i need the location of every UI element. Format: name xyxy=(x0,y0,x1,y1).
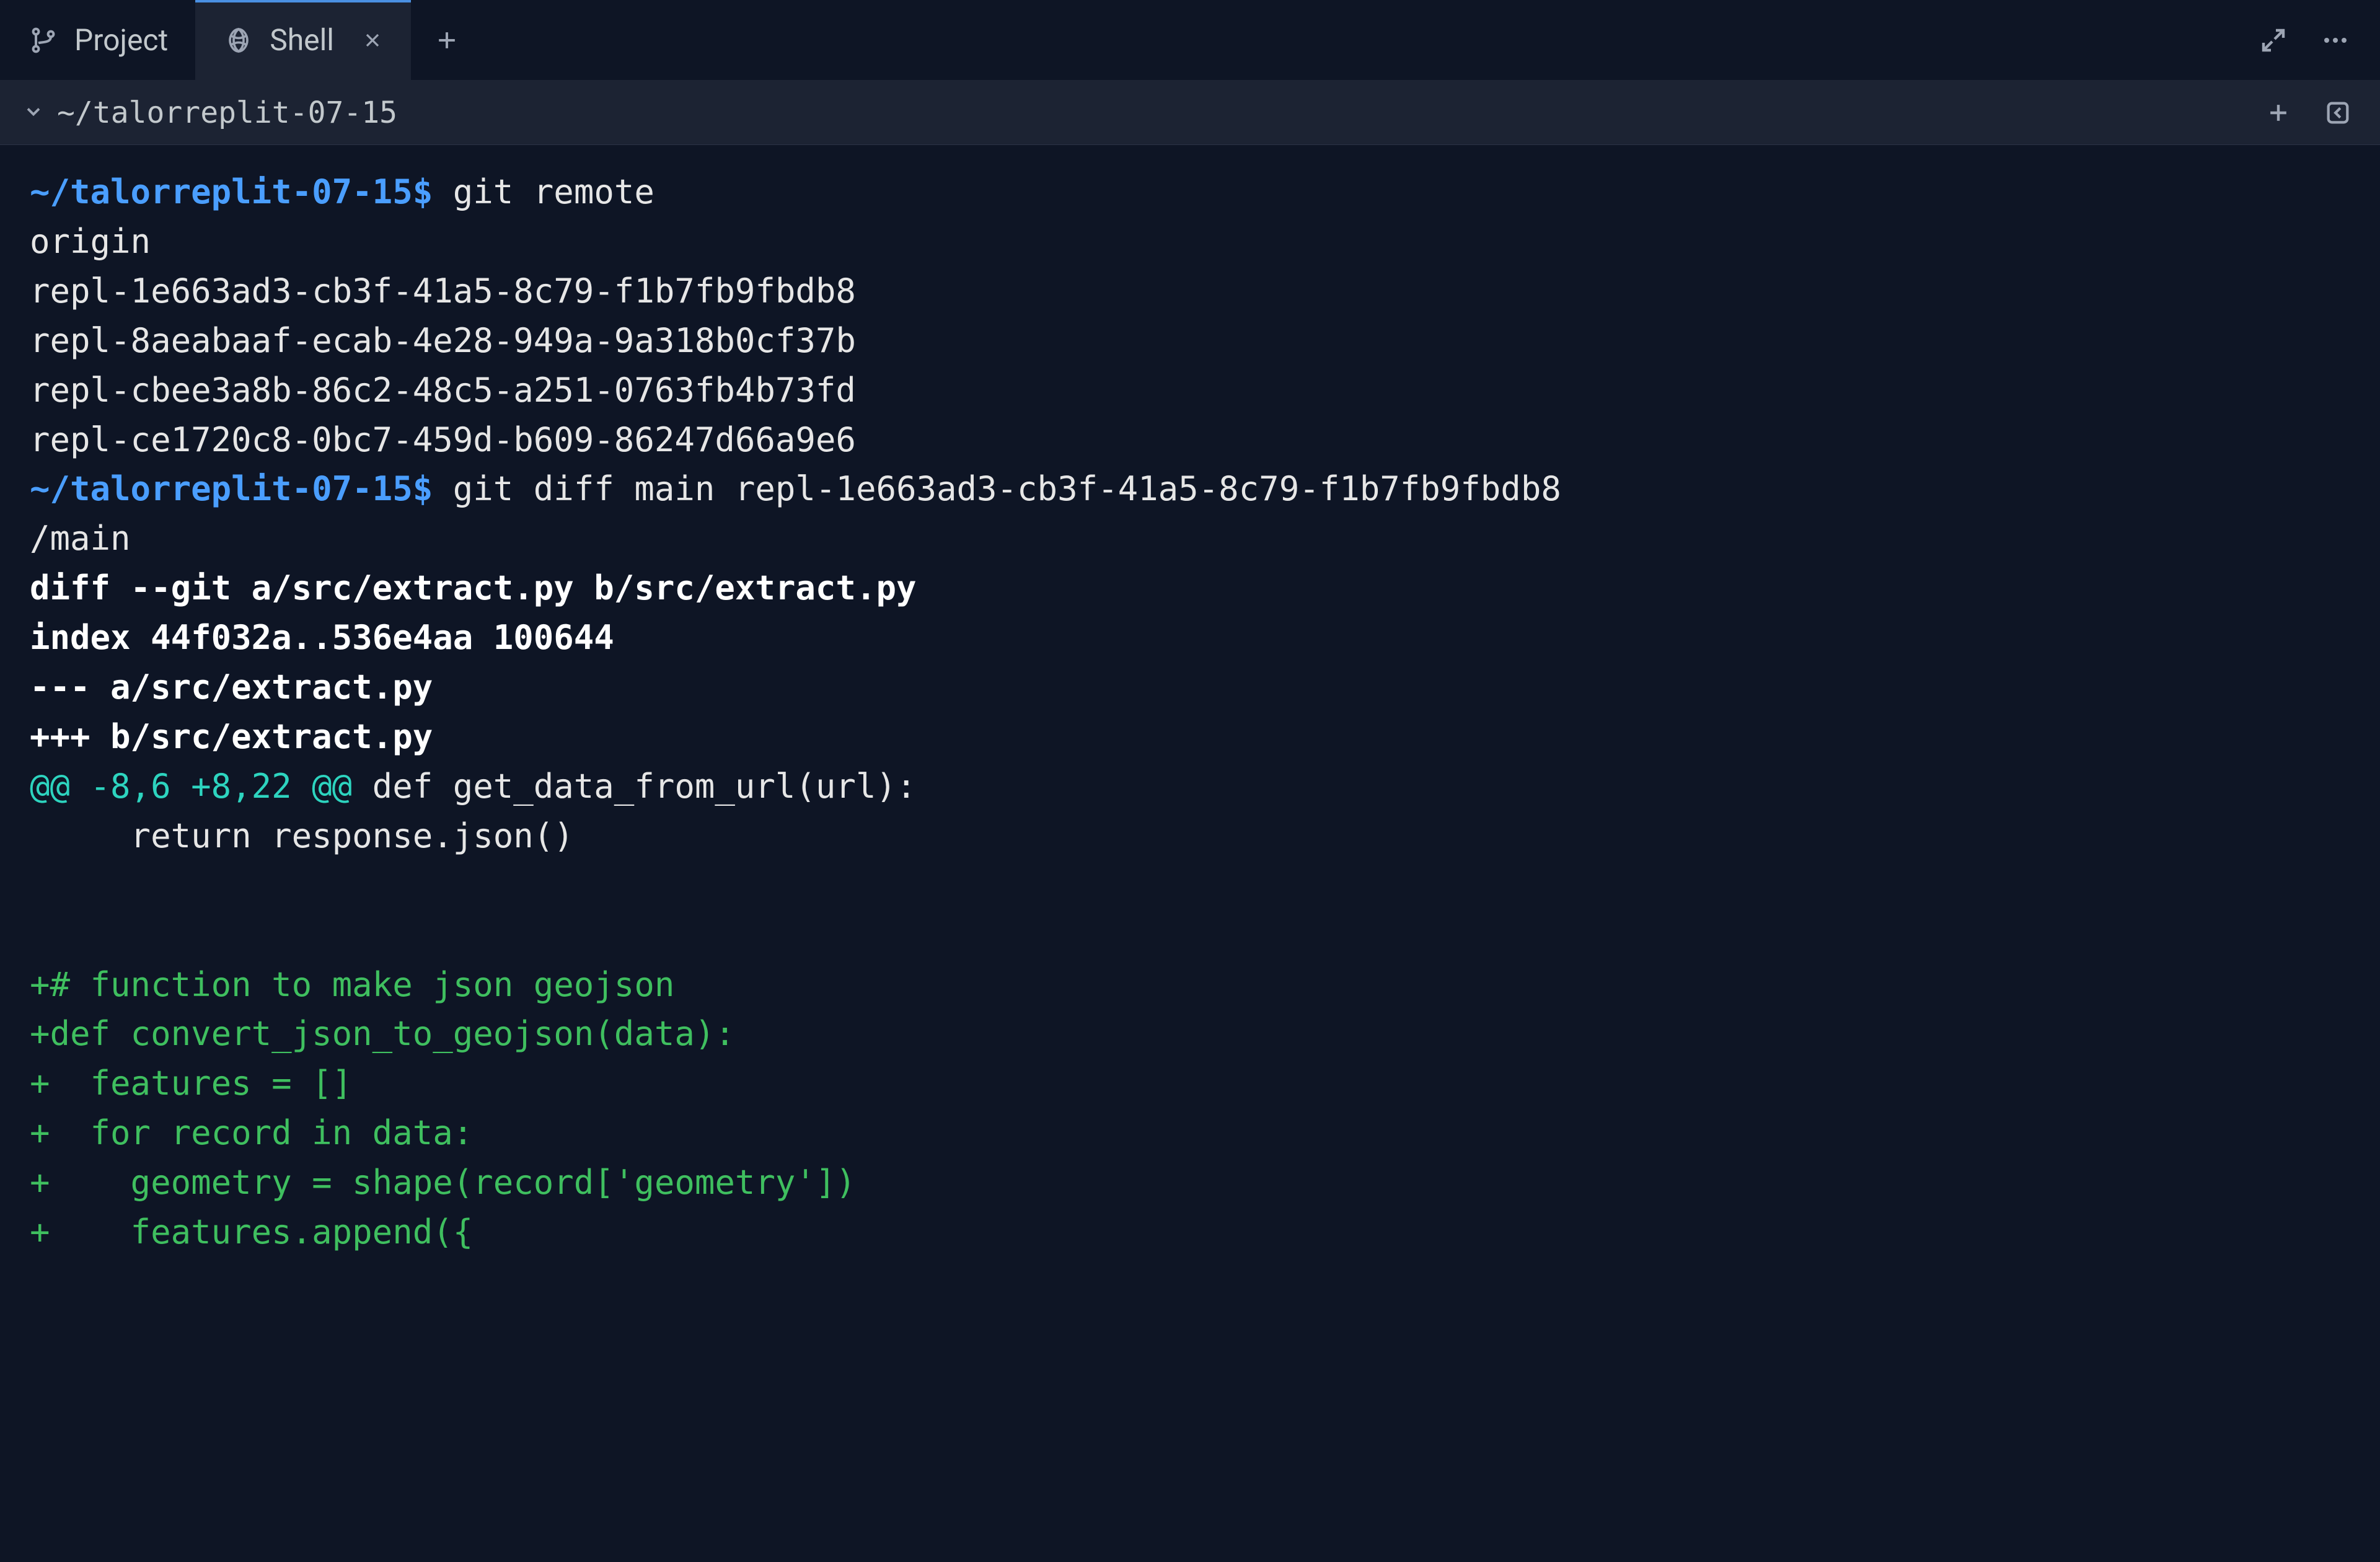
tab-label: Project xyxy=(74,22,168,58)
expand-icon[interactable] xyxy=(2254,20,2293,60)
blank-line xyxy=(30,916,50,955)
git-branch-icon xyxy=(27,24,60,56)
new-shell-icon[interactable] xyxy=(2259,93,2298,133)
close-icon[interactable] xyxy=(361,29,384,51)
shell-icon xyxy=(223,24,255,56)
output-line: repl-ce1720c8-0bc7-459d-b609-86247d66a9e… xyxy=(30,420,856,459)
tab-shell[interactable]: Shell xyxy=(195,0,411,80)
diff-add-line: +def convert_json_to_geojson(data): xyxy=(30,1014,735,1053)
diff-header: diff --git a/src/extract.py b/src/extrac… xyxy=(30,568,916,607)
context-line: return response.json() xyxy=(30,816,574,855)
diff-header: index 44f032a..536e4aa 100644 xyxy=(30,618,614,657)
command-text: git remote xyxy=(453,172,654,211)
exit-icon[interactable] xyxy=(2318,93,2358,133)
terminal-output[interactable]: ~/talorreplit-07-15$ git remote origin r… xyxy=(0,145,2380,1279)
blank-line xyxy=(30,866,50,905)
path-bar: ~/talorreplit-07-15 xyxy=(0,81,2380,145)
more-icon[interactable] xyxy=(2316,20,2355,60)
diff-header: --- a/src/extract.py xyxy=(30,668,433,707)
output-line: repl-8aeabaaf-ecab-4e28-949a-9a318b0cf37… xyxy=(30,321,856,360)
prompt-path: ~/talorreplit-07-15 xyxy=(30,172,413,211)
hunk-tail: def get_data_from_url(url): xyxy=(352,767,916,806)
chevron-down-icon[interactable] xyxy=(22,95,45,130)
diff-add-line: + features.append({ xyxy=(30,1212,473,1251)
diff-add-line: + for record in data: xyxy=(30,1113,473,1152)
diff-add-line: +# function to make json geojson xyxy=(30,965,674,1004)
tab-bar: Project Shell xyxy=(0,0,2380,81)
output-line: repl-1e663ad3-cb3f-41a5-8c79-f1b7fb9fbdb… xyxy=(30,271,856,311)
diff-add-line: + geometry = shape(record['geometry']) xyxy=(30,1163,856,1202)
hunk-marker: @@ -8,6 +8,22 @@ xyxy=(30,767,352,806)
output-line: repl-cbee3a8b-86c2-48c5-a251-0763fb4b73f… xyxy=(30,371,856,410)
tab-project[interactable]: Project xyxy=(0,0,195,80)
prompt-dollar: $ xyxy=(413,172,433,211)
command-text: git diff main repl-1e663ad3-cb3f-41a5-8c… xyxy=(453,469,1561,508)
add-tab-button[interactable] xyxy=(411,0,483,80)
diff-add-line: + features = [] xyxy=(30,1064,352,1103)
tab-label: Shell xyxy=(270,22,334,58)
current-path[interactable]: ~/talorreplit-07-15 xyxy=(57,95,397,130)
diff-header: +++ b/src/extract.py xyxy=(30,717,433,756)
prompt-path: ~/talorreplit-07-15 xyxy=(30,469,413,508)
output-line: origin xyxy=(30,222,151,261)
prompt-dollar: $ xyxy=(413,469,433,508)
command-wrap: /main xyxy=(30,519,131,558)
